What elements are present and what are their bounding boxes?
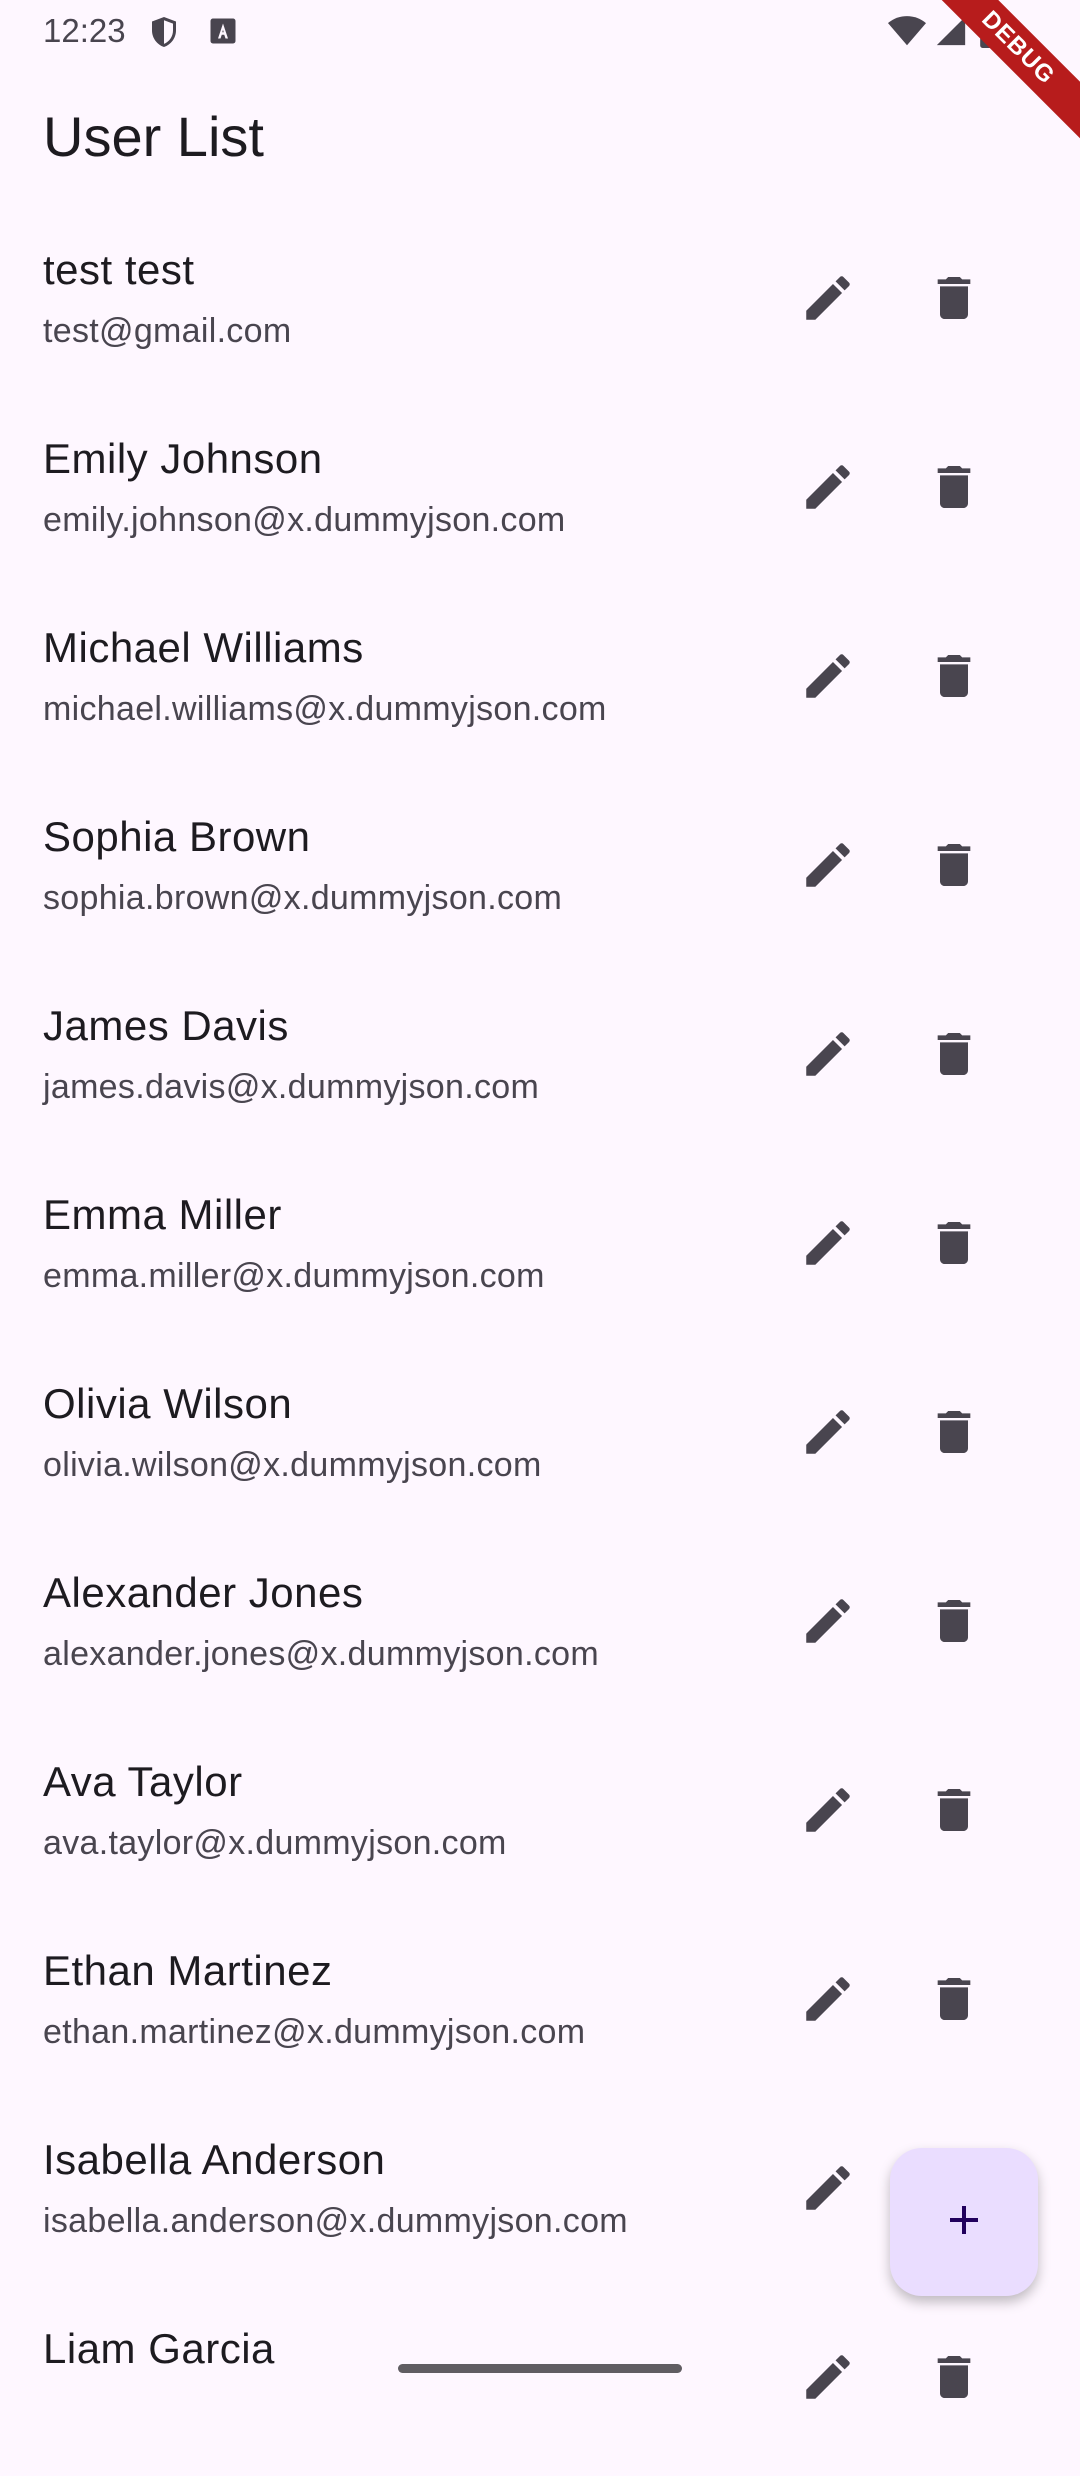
- user-email: james.davis@x.dummyjson.com: [43, 1068, 540, 1106]
- user-list-item[interactable]: Ava Taylor ava.taylor@x.dummyjson.com: [0, 1720, 1080, 1909]
- pencil-icon: [799, 836, 857, 899]
- edit-user-button[interactable]: [780, 2142, 876, 2238]
- user-email: ethan.martinez@x.dummyjson.com: [43, 2013, 586, 2051]
- user-list-item[interactable]: Sophia Brown sophia.brown@x.dummyjson.co…: [0, 775, 1080, 964]
- edit-user-button[interactable]: [780, 819, 876, 915]
- delete-user-button[interactable]: [906, 1575, 1002, 1671]
- pencil-icon: [799, 1214, 857, 1277]
- user-email: michael.williams@x.dummyjson.com: [43, 690, 607, 728]
- user-email: emma.miller@x.dummyjson.com: [43, 1257, 545, 1295]
- wifi-icon: [888, 14, 926, 53]
- user-list-item[interactable]: Alexander Jones alexander.jones@x.dummyj…: [0, 1531, 1080, 1720]
- status-bar: 12:23 DEBUG: [0, 0, 1080, 162]
- user-email: sophia.brown@x.dummyjson.com: [43, 879, 563, 917]
- trash-icon: [926, 837, 982, 898]
- delete-user-button[interactable]: [906, 819, 1002, 915]
- user-list-item[interactable]: Emma Miller emma.miller@x.dummyjson.com: [0, 1153, 1080, 1342]
- shield-icon: [146, 14, 182, 55]
- notification-a-icon: [208, 16, 238, 51]
- pencil-icon: [799, 1025, 857, 1088]
- user-name: Emma Miller: [43, 1191, 282, 1238]
- pencil-icon: [799, 2159, 857, 2222]
- edit-user-button[interactable]: [780, 441, 876, 537]
- user-name: Ava Taylor: [43, 1758, 243, 1805]
- user-name: Olivia Wilson: [43, 1380, 293, 1427]
- pencil-icon: [799, 269, 857, 332]
- user-list-item[interactable]: test test test@gmail.com: [0, 208, 1080, 397]
- page-title: User List: [43, 105, 264, 168]
- pencil-icon: [799, 1592, 857, 1655]
- edit-user-button[interactable]: [780, 630, 876, 726]
- user-name: Isabella Anderson: [43, 2136, 386, 2183]
- user-name: Ethan Martinez: [43, 1947, 333, 1994]
- pencil-icon: [799, 1403, 857, 1466]
- user-name: Liam Garcia: [43, 2325, 275, 2372]
- edit-user-button[interactable]: [780, 1008, 876, 1104]
- user-email: olivia.wilson@x.dummyjson.com: [43, 1446, 542, 1484]
- user-list-item[interactable]: Michael Williams michael.williams@x.dumm…: [0, 586, 1080, 775]
- user-name: test test: [43, 246, 195, 293]
- user-email: emily.johnson@x.dummyjson.com: [43, 501, 566, 539]
- delete-user-button[interactable]: [906, 252, 1002, 348]
- trash-icon: [926, 1593, 982, 1654]
- edit-user-button[interactable]: [780, 2331, 876, 2427]
- user-list-item[interactable]: James Davis james.davis@x.dummyjson.com: [0, 964, 1080, 1153]
- trash-icon: [926, 459, 982, 520]
- edit-user-button[interactable]: [780, 252, 876, 348]
- edit-user-button[interactable]: [780, 1197, 876, 1293]
- add-user-button[interactable]: [890, 2148, 1038, 2296]
- trash-icon: [926, 1782, 982, 1843]
- trash-icon: [926, 270, 982, 331]
- user-email: ava.taylor@x.dummyjson.com: [43, 1824, 507, 1862]
- delete-user-button[interactable]: [906, 1764, 1002, 1860]
- trash-icon: [926, 648, 982, 709]
- trash-icon: [926, 1404, 982, 1465]
- user-list-item[interactable]: Emily Johnson emily.johnson@x.dummyjson.…: [0, 397, 1080, 586]
- delete-user-button[interactable]: [906, 1953, 1002, 2049]
- trash-icon: [926, 2349, 982, 2410]
- delete-user-button[interactable]: [906, 2331, 1002, 2427]
- delete-user-button[interactable]: [906, 1008, 1002, 1104]
- user-name: Alexander Jones: [43, 1569, 364, 1616]
- user-name: Sophia Brown: [43, 813, 311, 860]
- trash-icon: [926, 1971, 982, 2032]
- user-name: Michael Williams: [43, 624, 364, 671]
- edit-user-button[interactable]: [780, 1953, 876, 2049]
- user-name: James Davis: [43, 1002, 289, 1049]
- plus-icon: [940, 2196, 988, 2249]
- home-indicator[interactable]: [398, 2364, 682, 2373]
- user-list-item[interactable]: Ethan Martinez ethan.martinez@x.dummyjso…: [0, 1909, 1080, 2098]
- app-bar: User List: [0, 64, 1080, 204]
- pencil-icon: [799, 647, 857, 710]
- user-email: test@gmail.com: [43, 312, 292, 350]
- status-time: 12:23: [43, 12, 126, 49]
- pencil-icon: [799, 2348, 857, 2411]
- pencil-icon: [799, 1970, 857, 2033]
- delete-user-button[interactable]: [906, 630, 1002, 726]
- edit-user-button[interactable]: [780, 1575, 876, 1671]
- user-list-item[interactable]: Liam Garcia: [0, 2287, 1080, 2476]
- user-name: Emily Johnson: [43, 435, 323, 482]
- user-email: alexander.jones@x.dummyjson.com: [43, 1635, 599, 1673]
- pencil-icon: [799, 1781, 857, 1844]
- trash-icon: [926, 1026, 982, 1087]
- pencil-icon: [799, 458, 857, 521]
- delete-user-button[interactable]: [906, 441, 1002, 537]
- delete-user-button[interactable]: [906, 1197, 1002, 1293]
- edit-user-button[interactable]: [780, 1386, 876, 1482]
- user-email: isabella.anderson@x.dummyjson.com: [43, 2202, 628, 2240]
- user-list: test test test@gmail.com Emily Johnson e…: [0, 208, 1080, 2476]
- edit-user-button[interactable]: [780, 1764, 876, 1860]
- trash-icon: [926, 1215, 982, 1276]
- user-list-item[interactable]: Olivia Wilson olivia.wilson@x.dummyjson.…: [0, 1342, 1080, 1531]
- delete-user-button[interactable]: [906, 1386, 1002, 1482]
